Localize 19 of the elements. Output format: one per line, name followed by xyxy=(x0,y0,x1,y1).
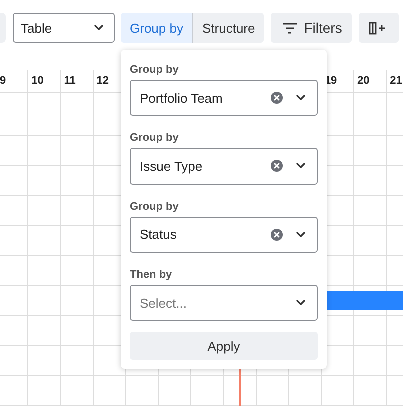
group-select[interactable]: Issue Type xyxy=(130,148,318,185)
field-label: Group by xyxy=(130,64,180,76)
day-label: 10 xyxy=(32,75,44,87)
segment-tab[interactable]: Group by xyxy=(121,13,194,43)
day-label: 9 xyxy=(0,75,6,87)
field-label: Then by xyxy=(130,268,174,281)
group-select[interactable]: Select... xyxy=(130,284,318,322)
day-label: 21 xyxy=(390,75,402,87)
group-select[interactable]: Status xyxy=(130,216,318,253)
field-label: Group by xyxy=(130,200,180,213)
filters-button[interactable]: Filters xyxy=(271,13,352,43)
day-label: 11 xyxy=(64,75,76,87)
day-label: 20 xyxy=(358,75,370,87)
apply-button[interactable]: Apply xyxy=(130,332,318,360)
field-label: Group by xyxy=(130,132,180,144)
segment-tab[interactable]: Structure xyxy=(193,13,264,43)
group-select[interactable]: Portfolio Team xyxy=(130,80,318,116)
view-select[interactable]: Table xyxy=(13,13,115,43)
day-label: 12 xyxy=(96,75,110,87)
